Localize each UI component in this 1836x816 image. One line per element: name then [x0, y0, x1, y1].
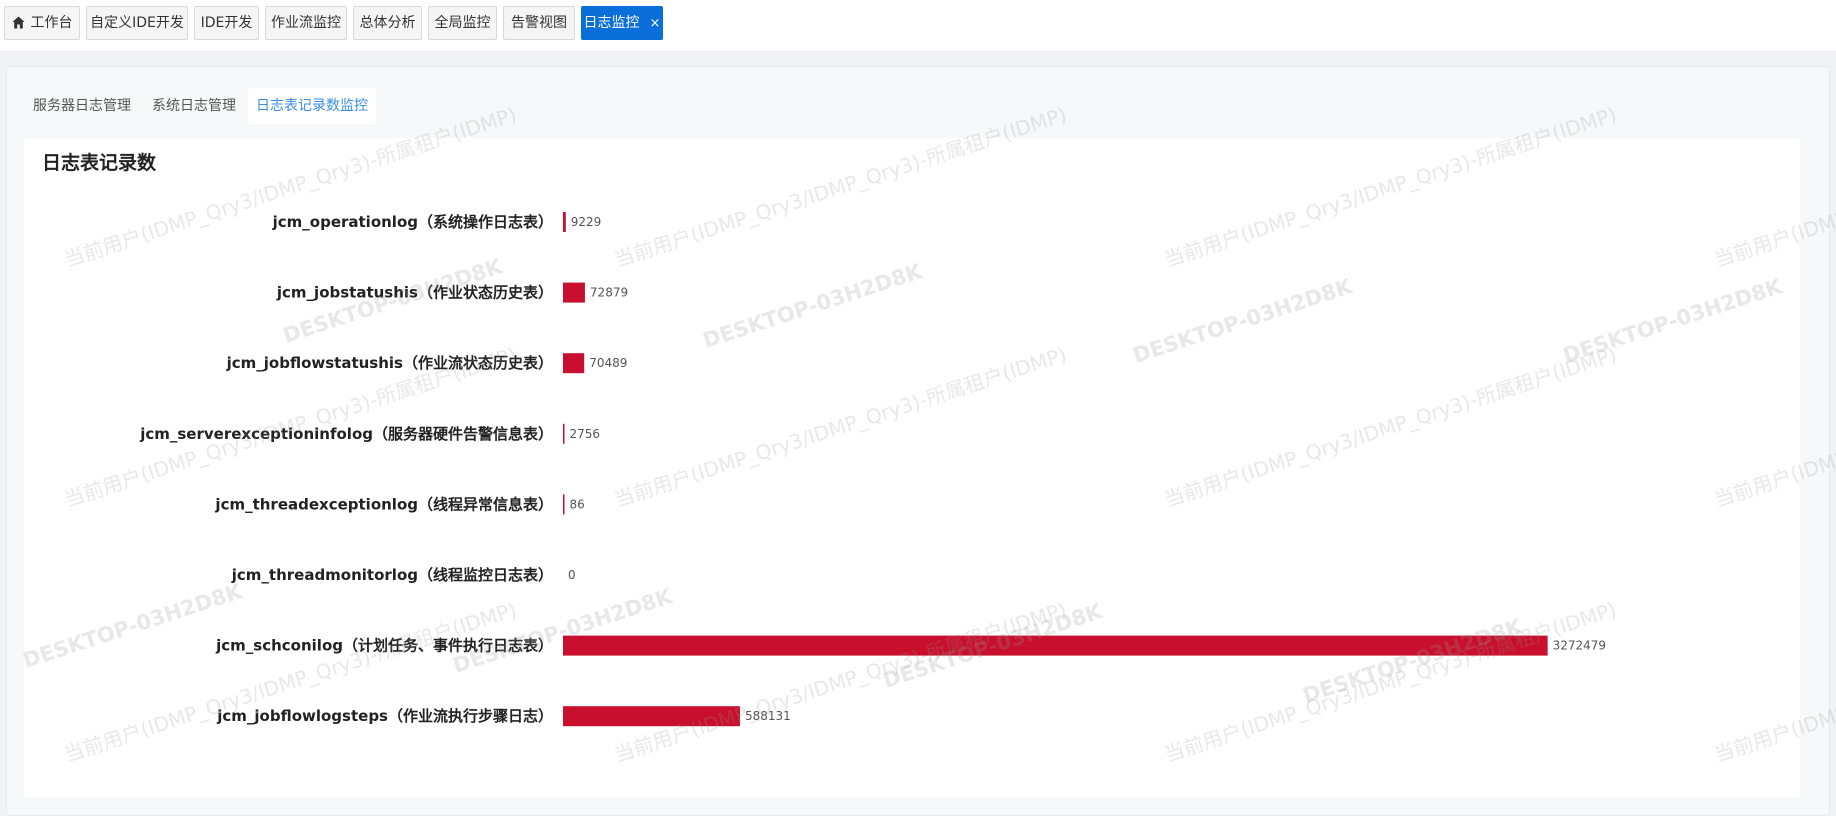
value-label: 0 [568, 568, 576, 582]
category-label: jcm_operationlog（系统操作日志表） [272, 213, 553, 231]
value-label: 588131 [745, 709, 791, 723]
category-label: jcm_jobflowlogsteps（作业流执行步骤日志） [216, 707, 553, 725]
value-label: 9229 [571, 215, 602, 229]
value-label: 3272479 [1553, 639, 1606, 653]
value-label: 2756 [570, 427, 601, 441]
value-label: 86 [570, 497, 585, 511]
bar[interactable] [563, 423, 565, 444]
bar-chart: jcm_operationlog（系统操作日志表） 9229 jcm_jobstat… [139, 212, 1606, 727]
category-label: jcm_jobstatushis（作业状态历史表） [276, 284, 553, 302]
bar[interactable] [563, 282, 585, 303]
category-label: jcm_serverexceptioninfolog（服务器硬件告警信息表） [139, 425, 553, 443]
bar[interactable] [563, 494, 565, 515]
category-label: jcm_schconilog（计划任务、事件执行日志表） [215, 637, 553, 655]
value-label: 70489 [589, 356, 627, 370]
category-label: jcm_threadmonitorlog（线程监控日志表） [231, 566, 553, 584]
bar[interactable] [563, 353, 585, 374]
bar[interactable] [563, 635, 1548, 656]
bar[interactable] [563, 706, 740, 727]
value-label: 72879 [590, 286, 628, 300]
category-label: jcm_jobflowstatushis（作业流状态历史表） [226, 354, 553, 372]
category-label: jcm_threadexceptionlog（线程异常信息表） [214, 495, 553, 513]
bar[interactable] [563, 212, 566, 232]
